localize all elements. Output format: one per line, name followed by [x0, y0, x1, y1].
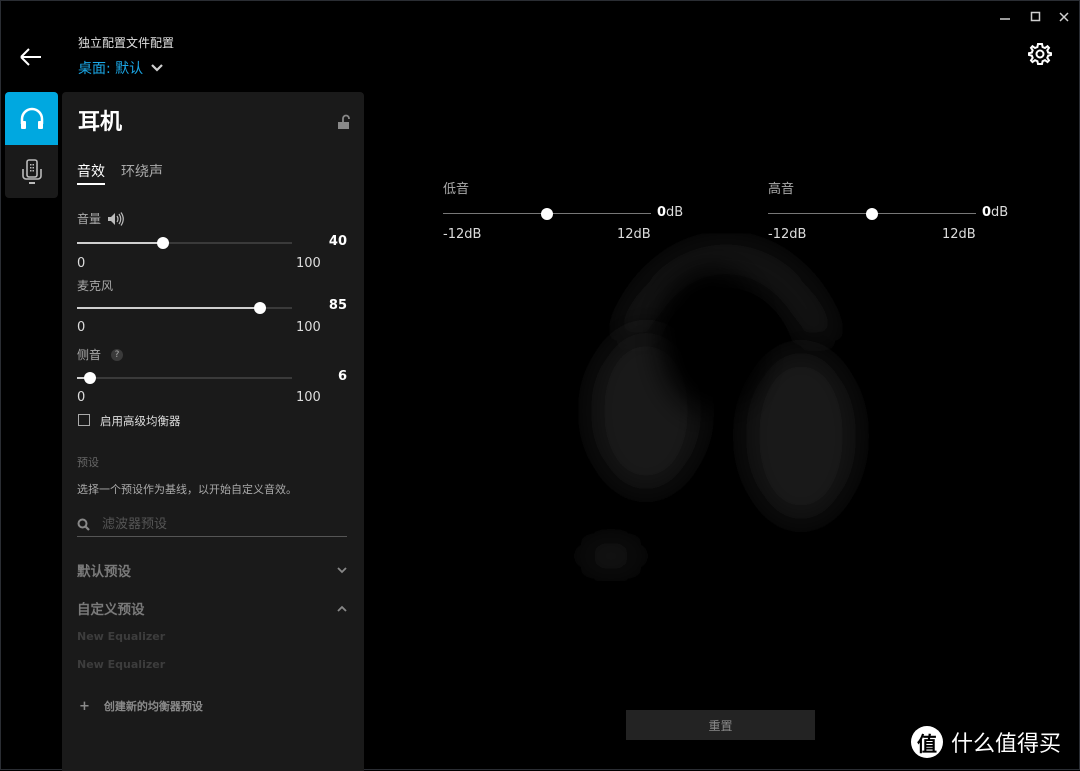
default-presets-label: 默认预设: [77, 564, 131, 580]
panel-title: 耳机: [78, 110, 123, 135]
volume-max: 100: [296, 256, 321, 271]
back-button[interactable]: [17, 43, 45, 71]
treble-slider[interactable]: [768, 207, 976, 221]
sidetone-max: 100: [296, 390, 321, 405]
tab-sound-effects[interactable]: 音效: [77, 161, 105, 185]
advanced-eq-label: 启用高级均衡器: [100, 414, 181, 428]
chevron-down-icon: [151, 64, 163, 72]
custom-presets-label: 自定义预设: [77, 602, 145, 618]
custom-preset-item[interactable]: New Equalizer: [77, 658, 165, 671]
tab-surround[interactable]: 环绕声: [121, 161, 163, 181]
sidetone-label: 侧音: [77, 348, 102, 362]
search-icon: [77, 518, 90, 531]
volume-slider[interactable]: [77, 236, 292, 250]
lock-button[interactable]: [337, 114, 351, 130]
microphone-min: 0: [77, 320, 86, 335]
nav-item-device[interactable]: [5, 145, 58, 198]
minimize-button[interactable]: [995, 7, 1015, 27]
treble-min: -12dB: [768, 227, 807, 242]
device-remote-icon: [21, 158, 42, 184]
watermark: 值 什么值得买: [911, 726, 1061, 758]
microphone-max: 100: [296, 320, 321, 335]
preset-search: [77, 513, 347, 537]
sidetone-slider[interactable]: [77, 371, 292, 385]
volume-min: 0: [77, 256, 86, 271]
custom-presets-section[interactable]: 自定义预设: [77, 598, 347, 618]
plus-icon: +: [79, 698, 90, 714]
slider-thumb[interactable]: [157, 237, 169, 249]
volume-label: 音量: [77, 212, 102, 226]
slider-thumb[interactable]: [253, 302, 266, 314]
presets-description: 选择一个预设作为基线，以开始自定义音效。: [77, 483, 297, 496]
microphone-slider[interactable]: [77, 301, 292, 315]
default-presets-section[interactable]: 默认预设: [77, 560, 347, 580]
maximize-button[interactable]: [1026, 7, 1046, 27]
close-button[interactable]: [1054, 7, 1074, 27]
gear-icon: [1028, 43, 1052, 65]
bass-label: 低音: [443, 182, 470, 197]
bass-max: 12dB: [617, 227, 651, 242]
slider-thumb[interactable]: [83, 372, 96, 384]
bass-value: 0dB: [657, 205, 684, 220]
minimize-icon: [1000, 18, 1010, 20]
unlock-icon: [338, 114, 350, 129]
headset-icon: [20, 107, 43, 129]
profile-label: 独立配置文件配置: [78, 36, 175, 50]
headset-illustration: [581, 243, 856, 571]
microphone-value: 85: [328, 298, 347, 313]
device-nav: [5, 92, 58, 198]
preset-search-input[interactable]: [100, 516, 334, 533]
nav-item-headset[interactable]: [5, 92, 58, 145]
maximize-icon: [1030, 11, 1041, 22]
speaker-icon: [108, 211, 124, 226]
bass-min: -12dB: [443, 227, 482, 242]
chevron-up-icon: [337, 605, 347, 612]
headset-settings-panel: 耳机 音效 环绕声 音量 40 0 100 麦克风 85 0 100 侧音 ? …: [62, 92, 364, 771]
reset-button[interactable]: 重置: [626, 710, 815, 740]
create-eq-preset-label: 创建新的均衡器预设: [103, 700, 203, 713]
treble-label: 高音: [768, 182, 795, 197]
presets-heading: 预设: [77, 456, 99, 469]
help-icon[interactable]: ?: [111, 348, 124, 361]
treble-max: 12dB: [942, 227, 976, 242]
arrow-left-icon: [20, 48, 41, 66]
microphone-label: 麦克风: [77, 279, 114, 293]
settings-button[interactable]: [1027, 41, 1053, 67]
profile-value: 桌面: 默认: [78, 61, 144, 77]
close-icon: [1059, 12, 1069, 22]
chevron-down-icon: [337, 566, 347, 573]
custom-preset-item[interactable]: New Equalizer: [77, 630, 165, 643]
watermark-logo: 值: [911, 726, 943, 758]
advanced-eq-checkbox[interactable]: [78, 414, 90, 426]
sidetone-value: 6: [337, 369, 347, 384]
profile-dropdown[interactable]: 桌面: 默认: [78, 58, 163, 78]
sidetone-min: 0: [77, 390, 86, 405]
slider-thumb[interactable]: [541, 208, 553, 220]
watermark-text: 什么值得买: [951, 732, 1062, 757]
bass-slider[interactable]: [443, 207, 651, 221]
treble-value: 0dB: [982, 205, 1009, 220]
slider-thumb[interactable]: [866, 208, 878, 220]
create-eq-preset-button[interactable]: + 创建新的均衡器预设: [79, 698, 203, 714]
volume-value: 40: [328, 234, 347, 249]
